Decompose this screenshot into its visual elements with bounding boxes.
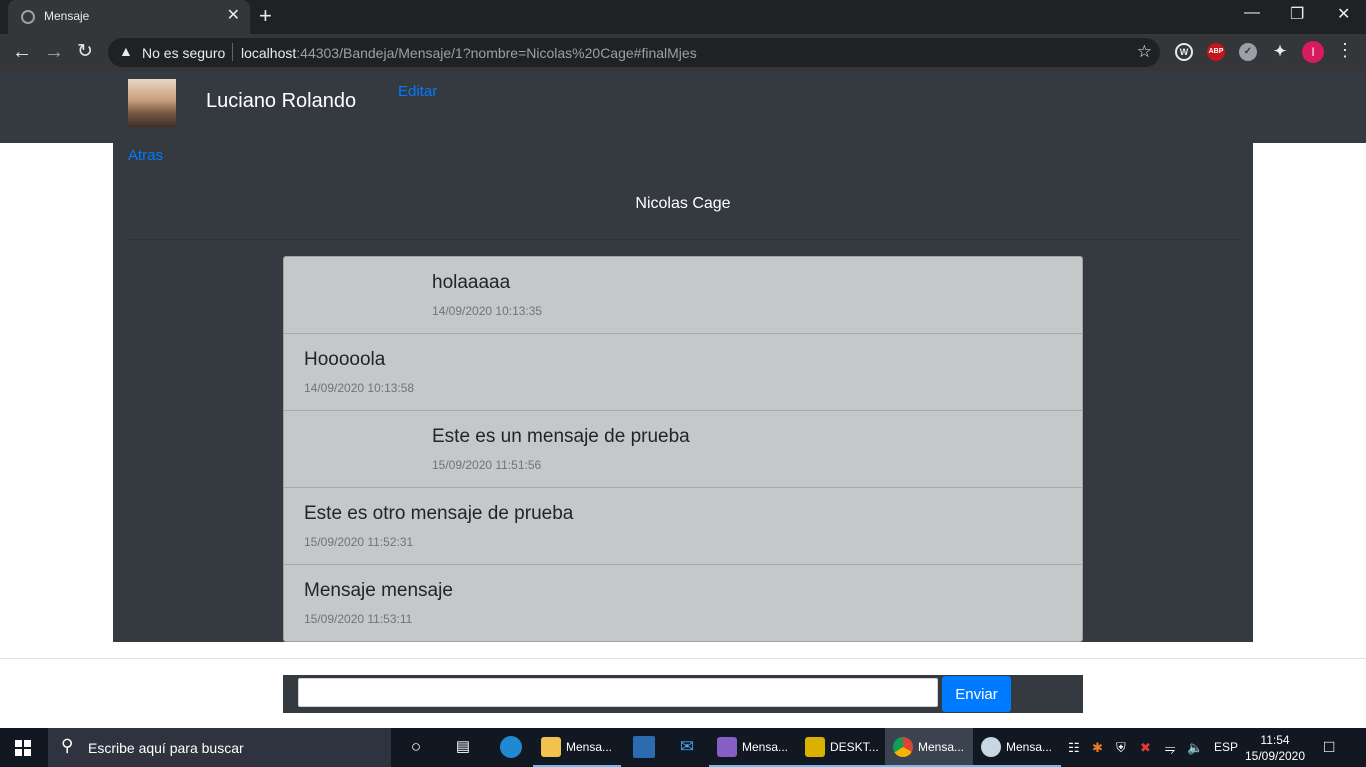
omnibox-divider bbox=[232, 43, 233, 61]
taskbar-app-label: Mensa... bbox=[1006, 740, 1053, 754]
reload-icon[interactable]: ↻ bbox=[77, 40, 93, 64]
taskbar-app-label: DESKT... bbox=[830, 740, 879, 754]
message-list[interactable]: holaaaaa 14/09/2020 10:13:35 Hooooola 14… bbox=[283, 256, 1083, 642]
visual-studio-icon bbox=[717, 737, 737, 757]
message-item: Este es un mensaje de prueba 15/09/2020 … bbox=[284, 411, 1082, 488]
network-drive-icon[interactable]: ☷ bbox=[1068, 740, 1080, 756]
search-placeholder: Escribe aquí para buscar bbox=[88, 740, 244, 756]
mail-icon[interactable]: ✉ bbox=[676, 736, 698, 758]
taskbar-app-label: Mensa... bbox=[918, 740, 965, 754]
browser-toolbar: ← → ↻ ▲ No es seguro localhost:44303/Ban… bbox=[0, 34, 1366, 71]
extensions-puzzle-icon[interactable]: ✦ bbox=[1271, 43, 1289, 61]
shield-icon[interactable]: ⛨ bbox=[1116, 740, 1126, 756]
store-icon[interactable] bbox=[633, 736, 655, 758]
search-icon: ⚲ bbox=[61, 736, 74, 755]
alert-tray-icon[interactable]: ✖ bbox=[1140, 740, 1151, 756]
notifications-icon[interactable]: □ bbox=[1324, 737, 1334, 757]
taskbar-app-chrome[interactable]: Mensa... bbox=[885, 728, 973, 767]
address-bar[interactable]: ▲ No es seguro localhost:44303/Bandeja/M… bbox=[108, 38, 1160, 67]
sql-server-icon bbox=[805, 737, 825, 757]
back-link[interactable]: Atras bbox=[128, 147, 163, 164]
taskbar-app-paint[interactable]: Mensa... bbox=[973, 728, 1061, 767]
extension-w-icon[interactable]: W bbox=[1175, 43, 1193, 61]
send-button[interactable]: Enviar bbox=[942, 676, 1011, 712]
message-timestamp: 14/09/2020 10:13:35 bbox=[432, 304, 543, 318]
message-text: Hooooola bbox=[304, 349, 386, 370]
minimize-icon[interactable]: — bbox=[1244, 4, 1260, 22]
profile-avatar[interactable]: I bbox=[1302, 41, 1324, 63]
message-input[interactable] bbox=[298, 678, 938, 707]
menu-kebab-icon[interactable]: ⋮ bbox=[1336, 41, 1354, 59]
task-view-icon[interactable]: ▤ bbox=[452, 736, 474, 758]
edge-icon[interactable] bbox=[500, 736, 522, 758]
taskbar-app-visual-studio[interactable]: Mensa... bbox=[709, 728, 797, 767]
taskbar-app-explorer[interactable]: Mensa... bbox=[533, 728, 621, 767]
extension-compass-icon[interactable]: ✓ bbox=[1239, 43, 1257, 61]
cortana-icon[interactable]: ○ bbox=[405, 736, 427, 758]
message-item: Este es otro mensaje de prueba 15/09/202… bbox=[284, 488, 1082, 565]
adblock-icon[interactable]: ABP bbox=[1207, 43, 1225, 61]
windows-taskbar: ⚲ Escribe aquí para buscar ○ ▤ Mensa... … bbox=[0, 728, 1366, 767]
user-name: Luciano Rolando bbox=[206, 90, 357, 112]
contact-name: Nicolas Cage bbox=[635, 195, 731, 212]
chat-panel: Atras Nicolas Cage holaaaaa 14/09/2020 1… bbox=[113, 143, 1253, 642]
tab-close-icon[interactable]: ✕ bbox=[227, 7, 240, 25]
clock-time: 11:54 bbox=[1260, 733, 1290, 747]
message-timestamp: 15/09/2020 11:51:56 bbox=[432, 458, 542, 472]
message-text: Este es otro mensaje de prueba bbox=[304, 503, 574, 524]
taskbar-app-label: Mensa... bbox=[742, 740, 789, 754]
security-status[interactable]: No es seguro bbox=[142, 45, 225, 61]
message-timestamp: 14/09/2020 10:13:58 bbox=[304, 381, 415, 395]
restore-icon[interactable]: ❐ bbox=[1290, 4, 1304, 24]
message-timestamp: 15/09/2020 11:52:31 bbox=[304, 535, 414, 549]
chrome-icon bbox=[893, 737, 913, 757]
close-window-icon[interactable]: ✕ bbox=[1337, 4, 1350, 24]
message-composer: Enviar bbox=[283, 675, 1083, 713]
url-path: :44303/Bandeja/Mensaje/1?nombre=Nicolas%… bbox=[296, 45, 697, 61]
url-host: localhost bbox=[241, 45, 297, 61]
folder-icon bbox=[541, 737, 561, 757]
windows-start-icon[interactable] bbox=[15, 740, 31, 756]
clock-date: 15/09/2020 bbox=[1244, 749, 1306, 763]
back-arrow-icon[interactable]: ← bbox=[12, 40, 32, 64]
warning-icon: ▲ bbox=[119, 43, 133, 59]
forward-arrow-icon[interactable]: → bbox=[44, 40, 64, 64]
message-item: holaaaaa 14/09/2020 10:13:35 bbox=[284, 257, 1082, 334]
edit-link[interactable]: Editar bbox=[398, 83, 437, 100]
message-item: Hooooola 14/09/2020 10:13:58 bbox=[284, 334, 1082, 411]
taskbar-clock[interactable]: 11:54 15/09/2020 bbox=[1240, 732, 1310, 764]
tab-title: Mensaje bbox=[44, 9, 90, 23]
browser-tab[interactable]: Mensaje ✕ bbox=[8, 0, 250, 34]
browser-tab-strip: Mensaje ✕ + — ❐ ✕ bbox=[0, 0, 1366, 34]
globe-icon bbox=[21, 10, 35, 24]
message-item: Mensaje mensaje 15/09/2020 11:53:11 bbox=[284, 565, 1082, 642]
language-indicator[interactable]: ESP bbox=[1214, 740, 1238, 754]
footer-divider bbox=[0, 658, 1366, 659]
user-avatar bbox=[128, 79, 176, 127]
taskbar-app-label: Mensa... bbox=[566, 740, 613, 754]
divider bbox=[128, 239, 1238, 240]
avast-icon[interactable]: ✱ bbox=[1092, 740, 1103, 756]
message-text: holaaaaa bbox=[432, 272, 511, 293]
volume-icon[interactable]: 🔈 bbox=[1187, 740, 1203, 756]
url-text[interactable]: localhost:44303/Bandeja/Mensaje/1?nombre… bbox=[241, 45, 697, 61]
new-tab-button[interactable]: + bbox=[259, 4, 272, 28]
taskbar-search[interactable]: ⚲ Escribe aquí para buscar bbox=[48, 728, 391, 767]
message-text: Este es un mensaje de prueba bbox=[432, 426, 690, 447]
bookmark-star-icon[interactable]: ☆ bbox=[1137, 42, 1152, 62]
message-timestamp: 15/09/2020 11:53:11 bbox=[304, 612, 413, 626]
wifi-icon[interactable]: ⥭ bbox=[1165, 740, 1175, 756]
app-navbar: Luciano Rolando Editar bbox=[0, 71, 1366, 143]
paint-icon bbox=[981, 737, 1001, 757]
taskbar-app-sql-server[interactable]: DESKT... bbox=[797, 728, 885, 767]
message-text: Mensaje mensaje bbox=[304, 580, 453, 601]
